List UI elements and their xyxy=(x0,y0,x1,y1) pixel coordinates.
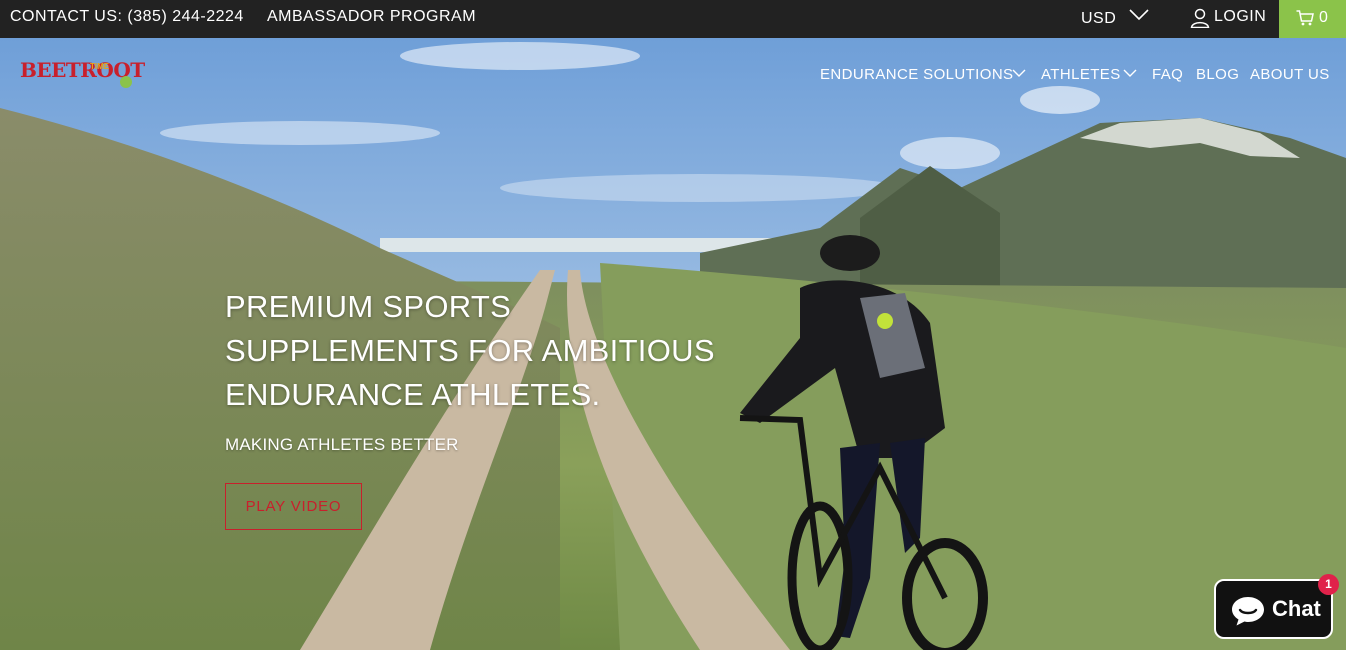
chat-label: Chat xyxy=(1272,596,1321,621)
contact-link[interactable]: CONTACT US: (385) 244-2224 xyxy=(10,8,244,26)
play-video-button[interactable]: PLAY VIDEO xyxy=(225,483,362,530)
leaf-icon xyxy=(120,76,132,88)
headline-line: PREMIUM SPORTS xyxy=(225,289,512,324)
login-link[interactable]: LOGIN xyxy=(1214,8,1266,26)
headline-line: ENDURANCE ATHLETES. xyxy=(225,377,601,412)
hero-subheadline: MAKING ATHLETES BETTER xyxy=(225,435,459,454)
chat-notification-badge: 1 xyxy=(1318,574,1339,595)
chat-bubble-icon xyxy=(1232,597,1264,626)
chevron-down-icon[interactable] xyxy=(1128,6,1150,24)
cart-button[interactable]: 0 xyxy=(1279,0,1346,38)
nav-athletes[interactable]: ATHLETES xyxy=(1041,66,1121,83)
nav-about-us[interactable]: ABOUT US xyxy=(1250,66,1330,83)
ambassador-program-link[interactable]: AMBASSADOR PROGRAM xyxy=(267,8,476,26)
top-bar: CONTACT US: (385) 244-2224 AMBASSADOR PR… xyxy=(0,0,1346,38)
hero-headline: PREMIUM SPORTS SUPPLEMENTS FOR AMBITIOUS… xyxy=(225,285,745,417)
cart-icon xyxy=(1296,10,1314,26)
nav-faq[interactable]: FAQ xyxy=(1152,66,1183,83)
headline-line: SUPPLEMENTS FOR AMBITIOUS xyxy=(225,333,715,368)
chat-widget-button[interactable]: Chat xyxy=(1214,579,1333,639)
logo-tagline: TIME xyxy=(90,62,110,71)
brand-logo[interactable]: BEETROOT TIME xyxy=(20,56,145,92)
currency-selector[interactable]: USD xyxy=(1081,10,1116,28)
chevron-down-icon[interactable] xyxy=(1012,68,1026,78)
chevron-down-icon[interactable] xyxy=(1123,68,1137,78)
cart-count: 0 xyxy=(1319,9,1328,26)
nav-blog[interactable]: BLOG xyxy=(1196,66,1239,83)
nav-endurance-solutions[interactable]: ENDURANCE SOLUTIONS xyxy=(820,66,1013,83)
user-icon[interactable] xyxy=(1190,8,1210,28)
